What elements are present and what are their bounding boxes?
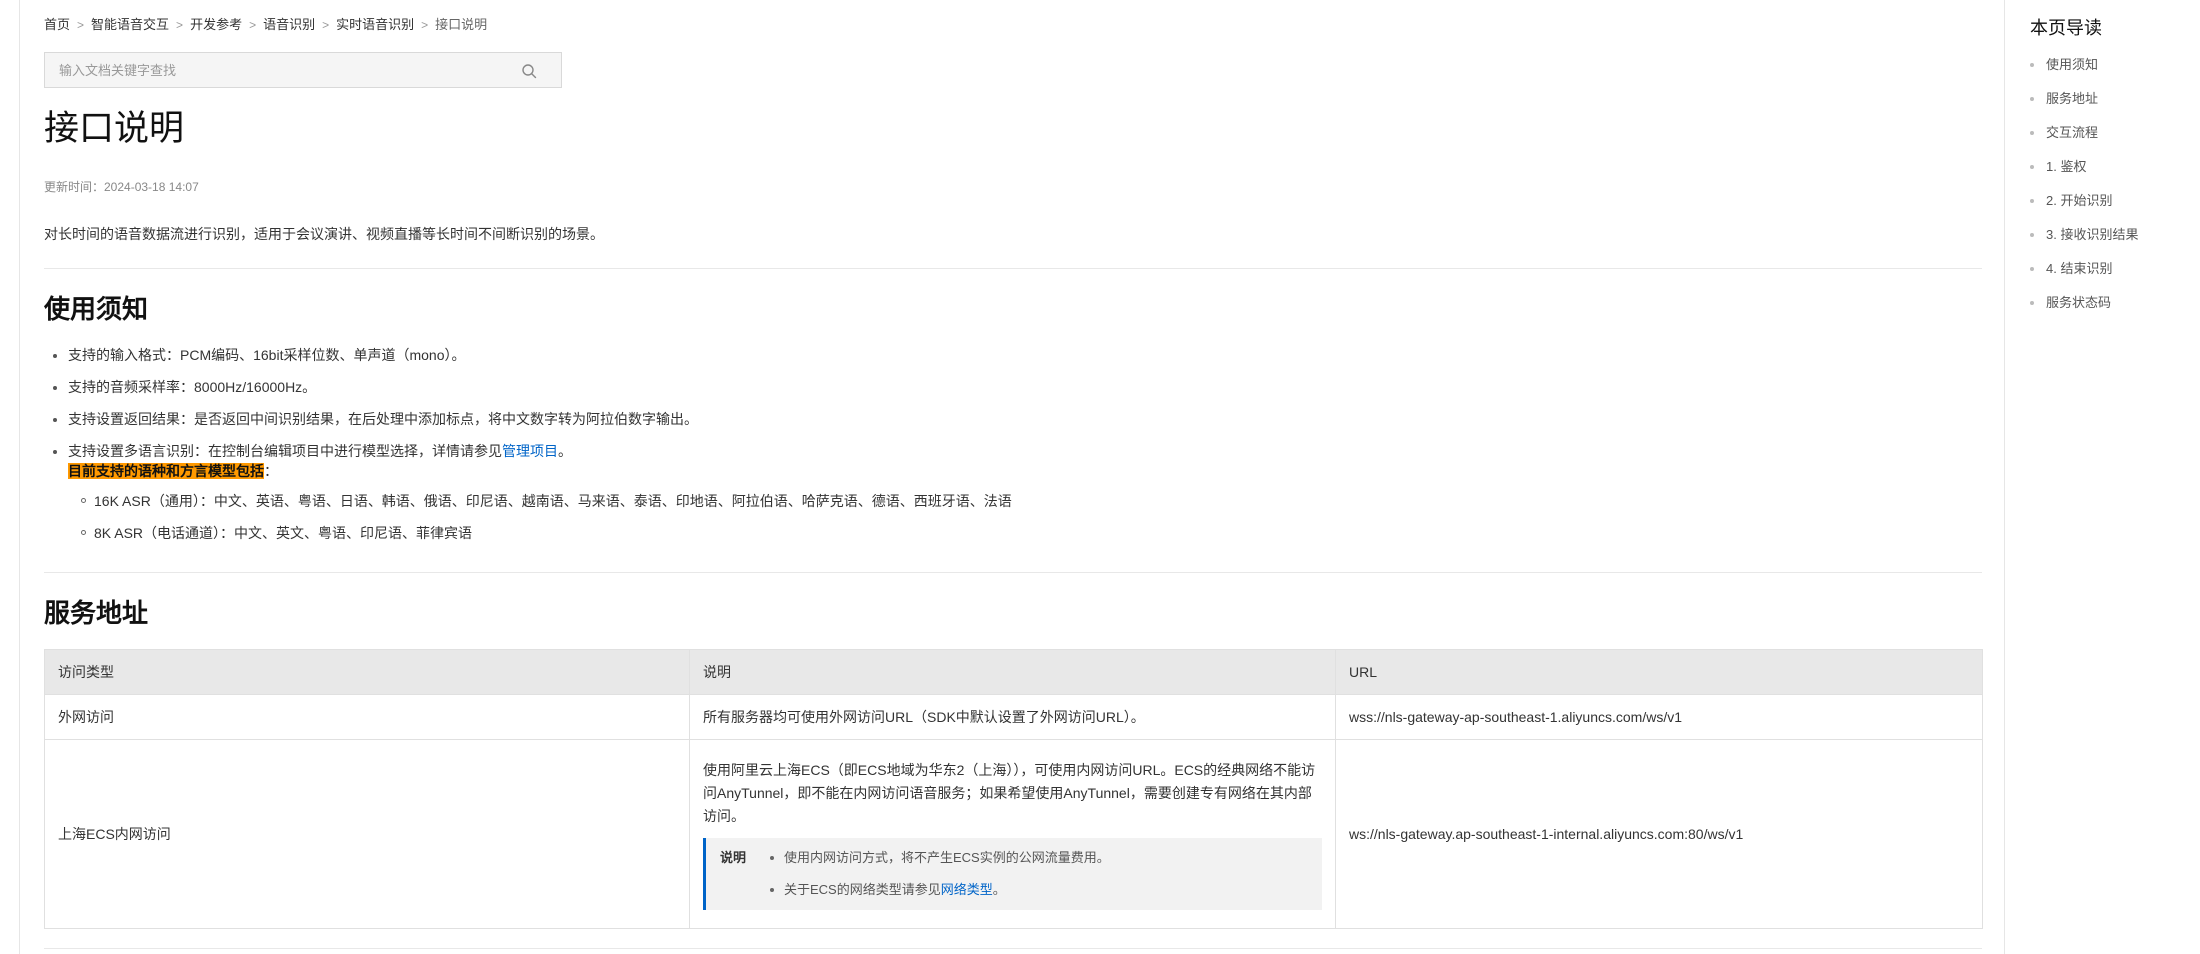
cell-type: 外网访问 [44,694,690,740]
note-item-suffix: 。 [992,881,1006,897]
service-heading: 服务地址 [44,598,149,628]
cell-type: 上海ECS内网访问 [44,739,690,929]
breadcrumb-separator-icon: > [176,18,184,32]
list-item: 使用内网访问方式，将不产生ECS实例的公网流量费用。 [766,842,1110,874]
left-border [19,0,20,954]
desc-text: 使用阿里云上海ECS（即ECS地域为华东2（上海）），可使用内网访问URL。EC… [703,761,1316,824]
breadcrumb-separator-icon: > [322,18,330,32]
note-box: 说明 使用内网访问方式，将不产生ECS实例的公网流量费用。 关于ECS的网络类型… [703,837,1322,910]
cell-desc: 所有服务器均可使用外网访问URL（SDK中默认设置了外网访问URL）。 [689,694,1336,740]
cell-desc: 使用阿里云上海ECS（即ECS地域为华东2（上海）），可使用内网访问URL。EC… [689,739,1336,929]
note-item-network: 关于ECS的网络类型请参见 [784,881,941,897]
model-list: 16K ASR（通用）：中文、英语、粤语、日语、韩语、俄语、印尼语、越南语、马来… [68,491,1012,543]
usage-item-sample-rate: 支持的音频采样率：8000Hz/16000Hz。 [68,379,317,395]
note-item-traffic: 使用内网访问方式，将不产生ECS实例的公网流量费用。 [784,849,1110,865]
breadcrumb-item-asr[interactable]: 语音识别 [263,17,315,32]
network-type-link[interactable]: 网络类型 [941,882,993,897]
usage-heading: 使用须知 [44,294,149,324]
toc-item-usage[interactable]: 使用须知 [2030,55,2190,75]
note-label: 说明 [720,849,747,865]
page-title: 接口说明 [44,109,185,148]
cell-url: ws://nls-gateway.ap-southeast-1-internal… [1335,739,1983,929]
toc-item-auth[interactable]: 1. 鉴权 [2030,157,2190,177]
list-item: 支持设置返回结果：是否返回中间识别结果，在后处理中添加标点，将中文数字转为阿拉伯… [44,409,1012,429]
breadcrumb-separator-icon: > [77,18,85,32]
usage-item-multilang-suffix: 。 [558,443,572,459]
list-item: 8K ASR（电话通道）：中文、英文、粤语、印尼语、菲律宾语 [68,523,1012,543]
breadcrumb-item-home[interactable]: 首页 [44,17,70,32]
toc-item-start[interactable]: 2. 开始识别 [2030,191,2190,211]
list-item: 支持的输入格式：PCM编码、16bit采样位数、单声道（mono）。 [44,345,1012,365]
toc-item-interaction-flow[interactable]: 交互流程 [2030,123,2190,143]
toc-item-status-codes[interactable]: 服务状态码 [2030,293,2190,313]
list-item: 支持的音频采样率：8000Hz/16000Hz。 [44,377,1012,397]
toc-item-service-address[interactable]: 服务地址 [2030,89,2190,109]
updated-time: 更新时间：2024-03-18 14:07 [44,180,199,194]
toc-item-receive[interactable]: 3. 接收识别结果 [2030,225,2190,245]
breadcrumb: 首页 > 智能语音交互 > 开发参考 > 语音识别 > 实时语音识别 > 接口说明 [44,14,487,33]
model-8k: 8K ASR（电话通道）：中文、英文、粤语、印尼语、菲律宾语 [94,525,473,541]
breadcrumb-item-dev-ref[interactable]: 开发参考 [190,17,242,32]
doc-search-box [44,52,562,88]
table-header-row: 访问类型 说明 URL [44,649,1983,695]
highlighted-text: 目前支持的语种和方言模型包括 [68,463,264,479]
list-item: 16K ASR（通用）：中文、英语、粤语、日语、韩语、俄语、印尼语、越南语、马来… [68,491,1012,511]
highlight-colon: ： [264,463,278,479]
list-item: 关于ECS的网络类型请参见网络类型。 [766,874,1110,906]
toc-list: 使用须知 服务地址 交互流程 1. 鉴权 2. 开始识别 3. 接收识别结果 4… [2030,55,2190,313]
search-icon[interactable] [521,63,537,79]
intro-text: 对长时间的语音数据流进行识别，适用于会议演讲、视频直播等长时间不间断识别的场景。 [44,226,604,242]
list-item: 支持设置多语言识别：在控制台编辑项目中进行模型选择，详情请参见管理项目。 目前支… [44,441,1012,543]
note-list: 使用内网访问方式，将不产生ECS实例的公网流量费用。 关于ECS的网络类型请参见… [766,842,1110,906]
search-input[interactable] [45,53,523,87]
table-row: 外网访问 所有服务器均可使用外网访问URL（SDK中默认设置了外网访问URL）。… [44,694,1983,740]
usage-item-multilang: 支持设置多语言识别：在控制台编辑项目中进行模型选择，详情请参见 [68,443,502,459]
breadcrumb-separator-icon: > [421,18,429,32]
column-header-type: 访问类型 [44,649,690,695]
column-header-desc: 说明 [689,649,1336,695]
toc-title: 本页导读 [2030,18,2102,38]
manage-project-link[interactable]: 管理项目 [502,443,558,459]
usage-item-format: 支持的输入格式：PCM编码、16bit采样位数、单声道（mono）。 [68,347,466,363]
divider [44,572,1982,573]
breadcrumb-item-realtime-asr[interactable]: 实时语音识别 [336,17,414,32]
table-row: 上海ECS内网访问 使用阿里云上海ECS（即ECS地域为华东2（上海）），可使用… [44,739,1983,929]
breadcrumb-item-voice[interactable]: 智能语音交互 [91,17,169,32]
divider [44,948,1982,949]
page-toc: 本页导读 使用须知 服务地址 交互流程 1. 鉴权 2. 开始识别 3. 接收识… [2030,14,2190,327]
model-16k: 16K ASR（通用）：中文、英语、粤语、日语、韩语、俄语、印尼语、越南语、马来… [94,493,1012,509]
toc-item-end[interactable]: 4. 结束识别 [2030,259,2190,279]
usage-list: 支持的输入格式：PCM编码、16bit采样位数、单声道（mono）。 支持的音频… [44,345,1012,543]
toc-divider [2004,0,2005,954]
column-header-url: URL [1335,649,1983,695]
breadcrumb-separator-icon: > [249,18,257,32]
divider [44,268,1982,269]
usage-item-return-result: 支持设置返回结果：是否返回中间识别结果，在后处理中添加标点，将中文数字转为阿拉伯… [68,411,698,427]
service-address-table: 访问类型 说明 URL 外网访问 所有服务器均可使用外网访问URL（SDK中默认… [44,649,1983,929]
cell-url: wss://nls-gateway-ap-southeast-1.aliyunc… [1335,694,1983,740]
breadcrumb-item-current: 接口说明 [435,17,488,32]
